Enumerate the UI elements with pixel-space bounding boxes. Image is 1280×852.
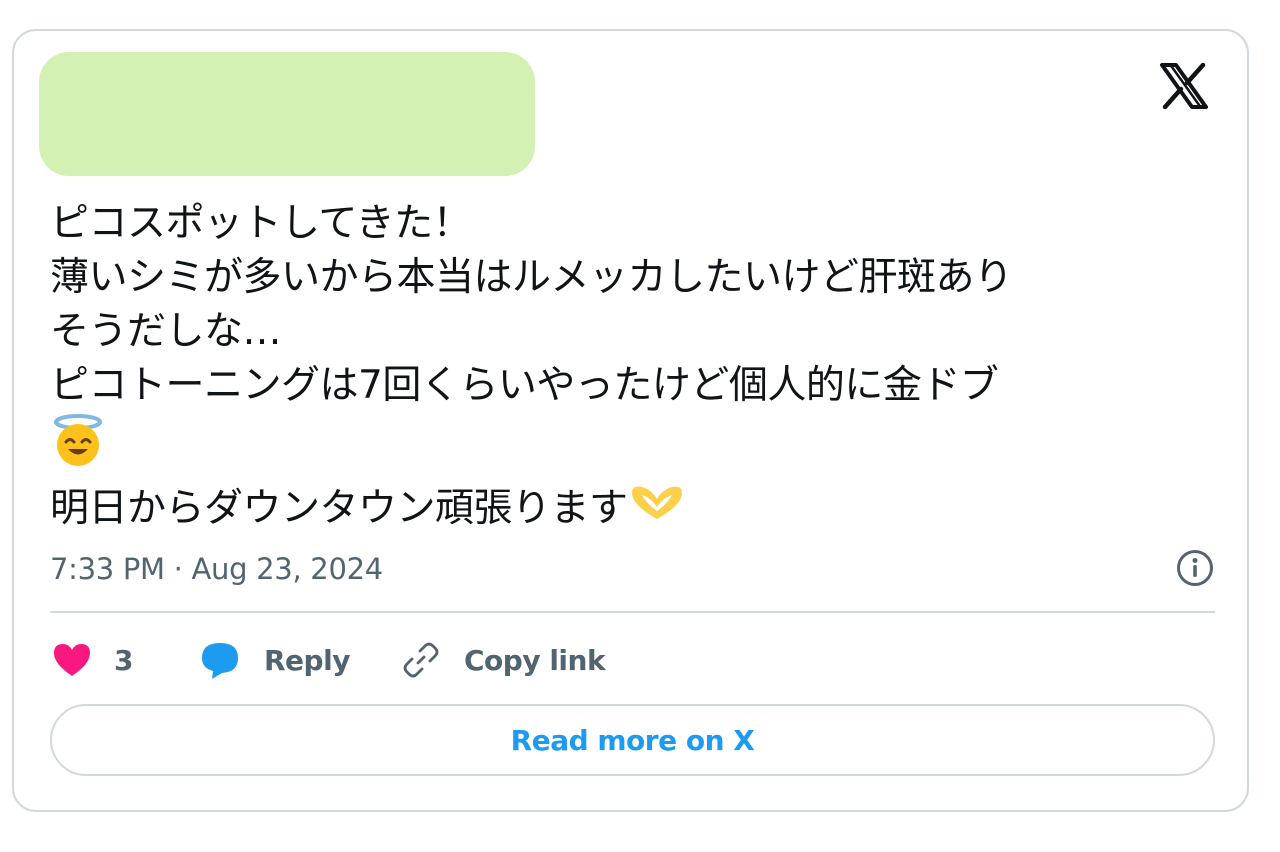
tweet-line: 明日からダウンタウン頑張ります [50, 486, 628, 531]
tweet-text: ピコスポットしてきた！ 薄いシミが多いから本当はルメッカしたいけど肝斑あり そう… [50, 197, 1200, 538]
copy-link-button[interactable]: Copy link [400, 635, 606, 685]
heart-hands-icon [628, 483, 686, 538]
tweet-line: そうだしな… [50, 309, 282, 354]
reply-label: Reply [264, 643, 350, 677]
tweet-timestamp-link[interactable]: 7:33 PM · Aug 23, 2024 [50, 552, 383, 586]
tweet-last-line: 明日からダウンタウン頑張ります [50, 482, 1200, 538]
redacted-author-block [39, 52, 535, 176]
tweet-actions: 3 Reply Copy link [50, 635, 1215, 685]
tweet-line: ピコスポットしてきた！ [50, 201, 472, 246]
info-icon[interactable] [1175, 548, 1215, 588]
tweet-emoji-line [50, 413, 1200, 482]
reply-button[interactable]: Reply [198, 635, 350, 685]
link-icon [400, 639, 442, 681]
copy-link-label: Copy link [464, 643, 606, 677]
tweet-line: 薄いシミが多いから本当はルメッカしたいけど肝斑あり [50, 255, 1013, 300]
read-more-button[interactable]: Read more on X [50, 704, 1215, 776]
smiling-face-with-halo-icon [50, 413, 106, 482]
divider [50, 611, 1215, 613]
speech-bubble-icon [198, 638, 242, 682]
heart-icon [50, 640, 94, 680]
like-count: 3 [114, 643, 133, 677]
read-more-label: Read more on X [510, 723, 755, 757]
x-logo-icon[interactable] [1159, 61, 1209, 111]
tweet-line: ピコトーニングは7回くらいやったけど個人的に金ドブ [50, 363, 999, 408]
like-button[interactable]: 3 [50, 635, 133, 685]
tweet-card: ピコスポットしてきた！ 薄いシミが多いから本当はルメッカしたいけど肝斑あり そう… [12, 29, 1249, 812]
timestamp-row: 7:33 PM · Aug 23, 2024 [50, 546, 1215, 590]
